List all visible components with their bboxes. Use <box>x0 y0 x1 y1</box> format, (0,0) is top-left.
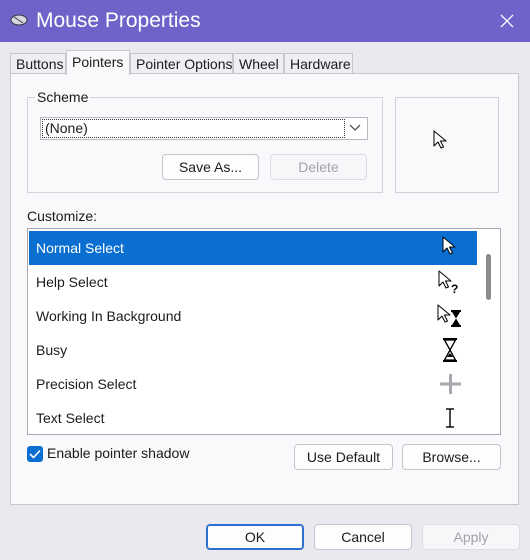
scrollbar-thumb[interactable] <box>486 254 491 300</box>
list-item-text-select[interactable]: Text Select <box>29 401 477 434</box>
close-button[interactable] <box>484 0 530 42</box>
ok-button[interactable]: OK <box>206 524 304 550</box>
tab-pointer-options[interactable]: Pointer Options <box>130 53 233 74</box>
list-item-label: Busy <box>36 342 68 358</box>
tab-hardware[interactable]: Hardware <box>284 53 353 74</box>
list-item-label: Help Select <box>36 274 108 290</box>
cursor-list[interactable]: Normal Select Help Select ? Working In B… <box>27 228 501 435</box>
list-item-normal-select[interactable]: Normal Select <box>29 231 477 265</box>
title-bar: Mouse Properties <box>0 0 530 42</box>
list-item-label: Precision Select <box>36 376 137 392</box>
apply-button[interactable]: Apply <box>422 524 520 550</box>
working-cursor-icon <box>437 304 461 327</box>
text-cursor-icon <box>446 408 454 428</box>
arrow-cursor-icon <box>442 236 456 255</box>
list-item-label: Normal Select <box>36 240 124 256</box>
tab-buttons[interactable]: Buttons <box>10 53 66 74</box>
scheme-dropdown[interactable]: (None) <box>40 117 368 140</box>
svg-text:?: ? <box>451 282 458 296</box>
scheme-value: (None) <box>42 119 345 138</box>
tab-wheel[interactable]: Wheel <box>233 53 284 74</box>
browse-button[interactable]: Browse... <box>402 444 501 470</box>
save-as-button[interactable]: Save As... <box>162 154 259 180</box>
list-item-working-in-background[interactable]: Working In Background <box>29 299 477 333</box>
delete-button[interactable]: Delete <box>270 154 367 180</box>
list-item-precision-select[interactable]: Precision Select <box>29 367 477 401</box>
close-icon <box>500 14 514 28</box>
crosshair-cursor-icon <box>440 374 461 394</box>
hourglass-cursor-icon <box>443 338 457 362</box>
tab-pointers[interactable]: Pointers <box>66 50 130 75</box>
scheme-legend: Scheme <box>35 89 91 105</box>
use-default-button[interactable]: Use Default <box>294 444 393 470</box>
arrow-cursor-icon <box>433 130 447 149</box>
enable-shadow-label[interactable]: Enable pointer shadow <box>47 445 189 461</box>
list-item-label: Working In Background <box>36 308 182 324</box>
cursor-preview <box>395 97 499 193</box>
list-item-busy[interactable]: Busy <box>29 333 477 367</box>
window-title: Mouse Properties <box>36 9 201 32</box>
list-item-help-select[interactable]: Help Select ? <box>29 265 477 299</box>
list-item-label: Text Select <box>36 410 105 426</box>
checkmark-icon <box>29 449 41 459</box>
chevron-down-icon <box>349 124 361 131</box>
customize-label: Customize: <box>27 208 98 224</box>
cancel-button[interactable]: Cancel <box>314 524 412 550</box>
mouse-icon <box>10 14 28 26</box>
help-cursor-icon: ? <box>438 270 458 296</box>
list-scrollbar[interactable] <box>478 229 500 434</box>
enable-shadow-checkbox[interactable] <box>27 446 43 462</box>
